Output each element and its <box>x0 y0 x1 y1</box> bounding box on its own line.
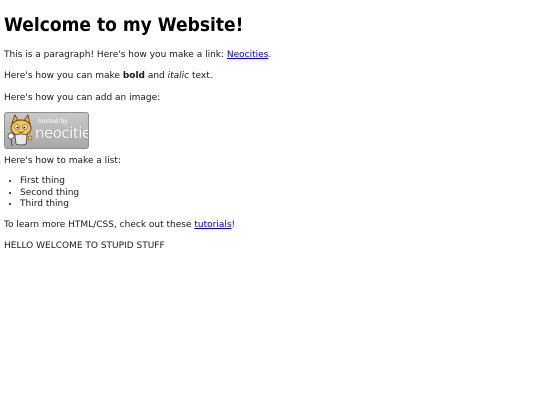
paragraph-hello: HELLO WELCOME TO STUPID STUFF <box>4 240 165 251</box>
neocities-cat-icon <box>7 114 33 147</box>
paragraph-text: ! <box>231 219 236 230</box>
paragraph-text: This is a paragraph! Here's how you make… <box>4 50 227 60</box>
paragraph-text: . <box>268 50 272 60</box>
hosted-by-neocities-image: hosted by neocities <box>4 112 89 149</box>
bullet-list: First thing Second thing Third thing <box>4 176 536 211</box>
list-item: Second thing <box>20 188 536 200</box>
bold-text: bold <box>122 71 145 81</box>
tutorials-link[interactable]: tutorials <box>194 220 231 230</box>
paragraph-formatting: Here's how you can make bold and italic … <box>4 71 536 82</box>
list-item: First thing <box>20 176 536 188</box>
paragraph-image-intro: Here's how you can add an image: <box>4 93 161 103</box>
italic-text: italic <box>167 71 190 81</box>
list-item: Third thing <box>20 199 536 211</box>
neocities-link[interactable]: Neocities <box>227 50 268 60</box>
paragraph-text: To learn more HTML/CSS, check out these <box>4 219 195 230</box>
paragraph-text: text. <box>189 71 213 81</box>
paragraph-text: and <box>144 71 168 81</box>
page: Welcome to my Website! This is a paragra… <box>0 0 540 405</box>
paragraph-tutorials: To learn more HTML/CSS, check out these … <box>4 220 536 231</box>
paragraph-link: This is a paragraph! Here's how you make… <box>4 50 536 61</box>
paragraph-text: Here's how you can make <box>4 71 123 81</box>
badge-neocities-text: neocities <box>35 124 88 142</box>
page-title: Welcome to my Website! <box>4 14 244 36</box>
paragraph-list-intro: Here's how to make a list: <box>4 156 121 166</box>
